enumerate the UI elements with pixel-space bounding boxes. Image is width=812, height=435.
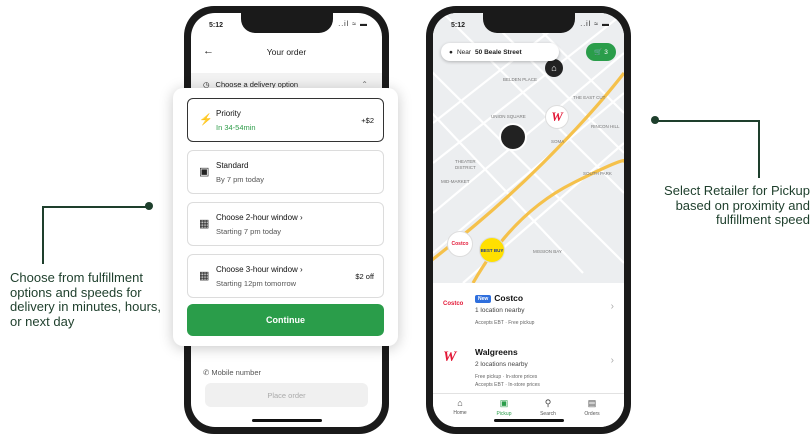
option-subtitle: In 34-54min xyxy=(216,123,256,132)
annotation-left-text: Choose from fulfillment options and spee… xyxy=(10,270,162,329)
phone1-notch xyxy=(240,13,333,33)
map-pin-costco[interactable]: Costco xyxy=(447,231,473,257)
annotation-line-left-horizontal xyxy=(42,206,148,208)
tab-orders[interactable]: ▤ Orders xyxy=(573,398,611,417)
map-label-south-park: SOUTH PARK xyxy=(583,171,612,176)
pickup-icon: ▣ xyxy=(499,398,509,408)
search-icon: ⚲ xyxy=(544,398,552,408)
tab-home[interactable]: ⌂ Home xyxy=(441,398,479,416)
map-pin-walgreens[interactable]: W xyxy=(545,105,569,129)
map-label-soma: SOMA xyxy=(551,139,564,144)
lightning-icon: ⚡ xyxy=(199,114,213,126)
store-tags: Accepts EBT · Free pickup xyxy=(475,320,535,326)
calendar-icon: ▦ xyxy=(199,270,210,282)
place-order-button[interactable]: Place order xyxy=(205,383,368,407)
tab-pickup-label: Pickup xyxy=(496,411,512,417)
chevron-right-icon: › xyxy=(610,355,614,366)
option-subtitle: Starting 7 pm today xyxy=(216,227,282,236)
costco-pin-label: Costco xyxy=(451,241,469,247)
annotation-line-right-vertical xyxy=(758,120,760,178)
option-title: Choose 2-hour window › xyxy=(216,213,303,222)
phone2-home-indicator xyxy=(493,419,564,422)
option-subtitle: By 7 pm today xyxy=(216,175,264,184)
tab-pickup[interactable]: ▣ Pickup xyxy=(485,398,523,417)
map-pin-store-dark[interactable] xyxy=(499,123,527,151)
store-row-walgreens[interactable]: W Walgreens 2 locations nearby Free pick… xyxy=(433,341,624,391)
map-label-theater: THEATER xyxy=(455,159,476,164)
map-pin-bestbuy[interactable]: BEST BUY xyxy=(479,237,505,263)
walgreens-logo: W xyxy=(443,349,457,365)
mobile-number-label: Mobile number xyxy=(211,368,261,377)
delivery-option-3-hour-window[interactable]: ▦ Choose 3-hour window › Starting 12pm t… xyxy=(187,254,384,298)
store-list: Costco New Costco 1 location nearby Accep… xyxy=(433,283,624,393)
delivery-option-priority[interactable]: ⚡ Priority In 34-54min +$2 xyxy=(187,98,384,142)
map-view[interactable]: UNION SQUARE SOMA THEATER DISTRICT SOUTH… xyxy=(433,13,624,283)
location-pin-icon: ● xyxy=(449,48,453,56)
option-price: +$2 xyxy=(361,116,374,125)
store-tags: Free pickup · In-store prices xyxy=(475,374,538,380)
annotation-line-left-vertical xyxy=(42,206,44,264)
location-address: 50 Beale Street xyxy=(475,48,522,56)
calendar-icon: ▦ xyxy=(199,218,210,230)
store-nearby: 2 locations nearby xyxy=(475,361,528,368)
mobile-number-row[interactable]: ✆ Mobile number xyxy=(203,368,261,377)
costco-logo: Costco xyxy=(443,301,464,307)
cart-count: 3 xyxy=(604,48,608,56)
tab-search[interactable]: ⚲ Search xyxy=(529,398,567,417)
cart-icon: 🛒 xyxy=(594,49,603,56)
phone2-screen: UNION SQUARE SOMA THEATER DISTRICT SOUTH… xyxy=(433,13,624,427)
walgreens-pin-label: W xyxy=(551,109,563,124)
tab-home-label: Home xyxy=(453,410,467,416)
chevron-right-icon: › xyxy=(610,301,614,312)
home-icon: ⌂ xyxy=(457,398,463,408)
phone-pickup-screen: UNION SQUARE SOMA THEATER DISTRICT SOUTH… xyxy=(426,6,631,434)
option-price: $2 off xyxy=(355,272,374,281)
store-name: Walgreens xyxy=(475,347,518,357)
orders-icon: ▤ xyxy=(587,398,597,408)
new-badge: New xyxy=(475,294,492,303)
option-title: Choose 3-hour window › xyxy=(216,265,303,274)
phone-icon: ✆ xyxy=(203,368,210,377)
phone1-status-icons: ..il ≈ ▬ xyxy=(338,21,368,28)
tab-orders-label: Orders xyxy=(584,411,600,417)
map-label-district: DISTRICT xyxy=(455,165,476,170)
bestbuy-pin-label: BEST BUY xyxy=(480,247,504,253)
cart-button[interactable]: 🛒 3 xyxy=(586,43,616,61)
store-nearby: 1 location nearby xyxy=(475,307,525,314)
map-label-mission-bay: MISSION BAY xyxy=(533,249,562,254)
page-title: Your order xyxy=(266,47,307,57)
map-label-mid-market: MID-MARKET xyxy=(441,179,470,184)
phone2-status-icons: ..il ≈ ▬ xyxy=(580,21,610,28)
option-title: Standard xyxy=(216,161,249,170)
phone2-notch xyxy=(482,13,575,33)
option-title: Priority xyxy=(216,109,241,118)
option-subtitle: Starting 12pm tomorrow xyxy=(216,279,297,288)
annotation-line-right-horizontal xyxy=(655,120,759,122)
map-label-union-square: UNION SQUARE xyxy=(491,114,526,119)
phone2-status-time: 5:12 xyxy=(451,22,466,29)
map-label-east-cut: THE EAST CUT xyxy=(573,95,606,100)
store-row-costco[interactable]: Costco New Costco 1 location nearby Accep… xyxy=(433,287,624,337)
store-name: New Costco xyxy=(475,293,523,303)
tab-search-label: Search xyxy=(540,411,556,417)
map-pin-home[interactable]: ⌂ xyxy=(545,59,563,77)
delivery-option-2-hour-window[interactable]: ▦ Choose 2-hour window › Starting 7 pm t… xyxy=(187,202,384,246)
delivery-options-popup: ⚡ Priority In 34-54min +$2 ▣ Standard By… xyxy=(173,88,398,346)
continue-button[interactable]: Continue xyxy=(187,304,384,336)
location-search-pill[interactable]: ● Near 50 Beale Street xyxy=(441,43,559,61)
annotation-dot-left xyxy=(145,202,153,210)
car-icon: ▣ xyxy=(199,166,210,178)
annotation-right-text: Select Retailer for Pickup based on prox… xyxy=(664,183,810,227)
map-label-rincon-hill: RINCON HILL xyxy=(591,124,620,129)
phone1-home-indicator xyxy=(251,419,322,422)
map-label-belden-place: BELDEN PLACE xyxy=(503,77,537,82)
store-tags-secondary: Accepts EBT · In-store prices xyxy=(475,382,540,388)
phone1-status-time: 5:12 xyxy=(209,22,224,29)
delivery-option-standard[interactable]: ▣ Standard By 7 pm today xyxy=(187,150,384,194)
location-prefix: Near xyxy=(456,48,472,56)
